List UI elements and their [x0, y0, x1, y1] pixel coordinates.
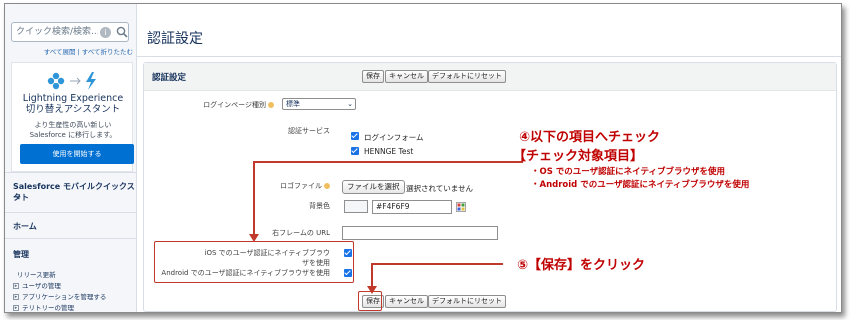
lightning-transition-icon — [47, 72, 96, 90]
cancel-button-bottom[interactable]: キャンセル — [385, 295, 428, 308]
annotation-step4-subtitle: 【チェック対象項目】 — [513, 149, 644, 164]
color-picker-icon[interactable] — [456, 202, 466, 212]
right-frame-url-label: 右フレームの URL — [272, 229, 330, 237]
bg-color-label: 背景色 — [309, 202, 330, 210]
release-updates-link[interactable]: リリース更新 — [17, 269, 56, 279]
search-icon[interactable] — [115, 25, 129, 39]
panel-header: 認証設定 保存 キャンセル デフォルトにリセット — [144, 63, 836, 91]
login-page-type-select[interactable]: 標準 ⌄ — [282, 98, 356, 110]
connector-line-v — [253, 161, 255, 240]
hennge-test-label: HENNGE Test — [364, 147, 414, 156]
lex-title: Lightning Experience 切り替えアシスタント — [12, 93, 134, 115]
collapse-all-link[interactable]: すべて折りたたむ — [82, 48, 133, 56]
nav-item-apps-label: アプリケーションを管理する — [22, 293, 107, 301]
lex-desc-line2: Salesforce に移行します。 — [29, 131, 117, 139]
setup-sidebar: i すべて展開|すべて折りたたむ Lightning Experience 切 — [5, 4, 137, 312]
lex-title-line1: Lightning Experience — [22, 93, 124, 104]
expand-icon[interactable]: ▸ — [13, 305, 19, 311]
lex-title-line2: 切り替えアシスタント — [25, 104, 121, 115]
quick-find-input[interactable] — [16, 25, 98, 39]
panel-title: 認証設定 — [152, 73, 187, 83]
nav-admin-label: 管理 — [13, 250, 29, 259]
nav-home-label: ホーム — [13, 222, 37, 231]
main-content: 認証設定 認証設定 保存 キャンセル デフォルトにリセット ログインページ種別 … — [137, 4, 841, 312]
nav-item-users[interactable]: ▸ ユーザの管理 — [13, 280, 61, 290]
auth-service-label: 認証サービス — [288, 127, 330, 135]
nav-home[interactable]: ホーム — [5, 212, 137, 238]
lex-desc-line1: より生産性の高い新しい — [34, 121, 112, 129]
page-title: 認証設定 — [147, 31, 203, 47]
annotation-step5: ⑤【保存】をクリック — [517, 258, 646, 273]
get-started-button[interactable]: 使用を開始する — [20, 144, 134, 164]
right-frame-url-input[interactable] — [342, 226, 498, 240]
reset-button-bottom[interactable]: デフォルトにリセット — [428, 295, 506, 308]
nav-mobile-quickstart[interactable]: Salesforce モバイルクイックスタ ート — [5, 172, 137, 212]
login-form-checkbox[interactable] — [351, 132, 359, 140]
color-swatch[interactable] — [344, 200, 368, 213]
app-window: i すべて展開|すべて折りたたむ Lightning Experience 切 — [4, 3, 842, 313]
login-page-type-label: ログインページ種別 — [144, 100, 274, 110]
nav-item-territory[interactable]: ▸ テリトリーの管理 — [13, 302, 74, 312]
nav-mobile-quickstart-label-2: ート — [13, 193, 29, 202]
arrow-down-icon — [367, 286, 377, 294]
no-file-text: 選択されていません — [406, 184, 474, 193]
save-button-top[interactable]: 保存 — [362, 70, 384, 83]
nav-item-territory-label: テリトリーの管理 — [22, 304, 74, 312]
annotation-step4: ④以下の項目へチェック — [519, 130, 661, 145]
nav-item-users-label: ユーザの管理 — [22, 282, 61, 290]
expand-collapse-links: すべて展開 | すべて折りたたむ — [5, 46, 133, 56]
login-page-type-text: ログインページ種別 — [203, 101, 266, 109]
login-page-type-value: 標準 — [286, 100, 300, 108]
expand-icon[interactable]: ▸ — [13, 283, 19, 289]
expand-all-link[interactable]: すべて展開 — [44, 48, 76, 56]
clear-icon[interactable]: i — [100, 27, 111, 38]
nav-admin: 管理 リリース更新 ▸ ユーザの管理 ▸ アプリケーションを管理する ▸ テリトリーの… — [5, 238, 137, 312]
connector-line-h — [253, 161, 523, 163]
cancel-button-top[interactable]: キャンセル — [385, 70, 428, 83]
lex-description: より生産性の高い新しい Salesforce に移行します。 — [12, 120, 134, 140]
highlight-save-button — [358, 291, 382, 311]
choose-file-button[interactable]: ファイルを選択 — [342, 180, 405, 194]
logo-file-label: ロゴファイル — [200, 181, 330, 191]
annotation-item1: ・OS でのユーザ認証にネイティブブラウザを使用 — [531, 167, 725, 177]
annotation-item2: ・Android でのユーザ認証にネイティブブラウザを使用 — [531, 180, 750, 190]
reset-button-top[interactable]: デフォルトにリセット — [428, 70, 506, 83]
help-icon[interactable] — [324, 183, 330, 189]
logo-file-text: ロゴファイル — [280, 182, 322, 190]
expand-icon[interactable]: ▸ — [13, 294, 19, 300]
bg-color-input[interactable]: #F4F6F9 — [372, 200, 452, 214]
login-form-label: ログインフォーム — [364, 133, 424, 142]
lightning-switch-card: Lightning Experience 切り替えアシスタント より生産性の高い… — [11, 62, 134, 172]
highlight-native-browser-options — [154, 241, 354, 283]
hennge-test-checkbox[interactable] — [351, 147, 359, 155]
chevron-down-icon: ⌄ — [347, 100, 353, 108]
nav-item-apps[interactable]: ▸ アプリケーションを管理する — [13, 291, 106, 301]
divider — [137, 56, 841, 57]
connector-line-save-h — [371, 263, 503, 265]
nav-mobile-quickstart-label: Salesforce モバイルクイックスタ — [13, 182, 135, 202]
quick-find-box[interactable]: i — [11, 22, 129, 42]
arrow-down-icon — [249, 234, 259, 242]
help-icon[interactable] — [268, 102, 274, 108]
